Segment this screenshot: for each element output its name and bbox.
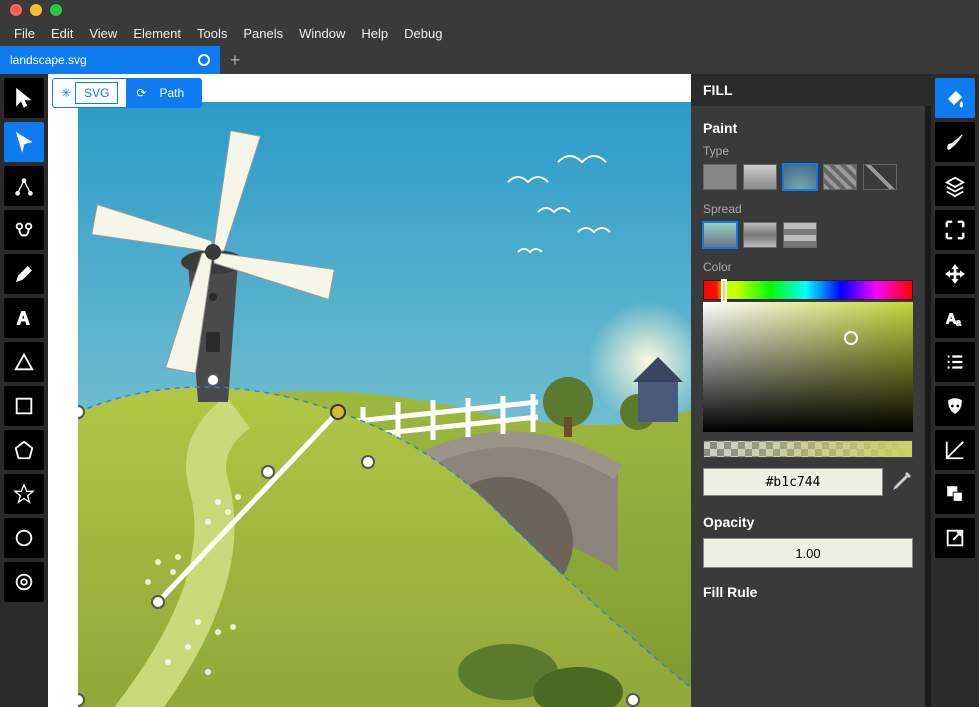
breadcrumb-current[interactable]: ⟳ Path	[127, 78, 202, 108]
font-tool[interactable]: Aa	[935, 298, 975, 338]
shapes-tool[interactable]	[935, 474, 975, 514]
layers-tool[interactable]	[935, 166, 975, 206]
spread-repeat[interactable]	[783, 222, 817, 248]
tabbar: landscape.svg +	[0, 46, 979, 74]
target-tool[interactable]	[4, 562, 44, 602]
maximize-window-icon[interactable]	[50, 4, 62, 16]
menu-panels[interactable]: Panels	[235, 22, 291, 45]
pencil-tool[interactable]	[4, 254, 44, 294]
menu-window[interactable]: Window	[291, 22, 353, 45]
left-toolbar: A	[0, 74, 48, 707]
spread-label: Spread	[703, 202, 913, 216]
main: A ✳ SVG ⟳ Path	[0, 74, 979, 707]
eyedropper-icon[interactable]	[889, 470, 913, 494]
spread-pad[interactable]	[703, 222, 737, 248]
hex-input[interactable]	[703, 468, 883, 496]
text-tool[interactable]: A	[4, 298, 44, 338]
knife-tool[interactable]	[935, 430, 975, 470]
hue-marker[interactable]	[721, 279, 727, 303]
export-tool[interactable]	[935, 518, 975, 558]
spread-options	[703, 222, 913, 248]
circle-tool[interactable]	[4, 518, 44, 558]
spread-reflect[interactable]	[743, 222, 777, 248]
fillrule-section-label: Fill Rule	[703, 584, 913, 600]
direct-select-tool[interactable]	[4, 122, 44, 162]
triangle-tool[interactable]	[4, 342, 44, 382]
paint-type-pattern[interactable]	[823, 164, 857, 190]
document-tab[interactable]: landscape.svg	[0, 46, 220, 74]
minimize-window-icon[interactable]	[30, 4, 42, 16]
menu-view[interactable]: View	[81, 22, 125, 45]
new-tab-button[interactable]: +	[220, 46, 250, 74]
close-window-icon[interactable]	[10, 4, 22, 16]
paint-type-options	[703, 164, 913, 190]
fill-bucket-tool[interactable]	[935, 78, 975, 118]
fill-panel: FILL Paint Type Spread Color	[691, 74, 931, 707]
paint-type-none[interactable]	[863, 164, 897, 190]
breadcrumb-root[interactable]: ✳ SVG	[52, 78, 127, 108]
svg-text:a: a	[956, 317, 962, 327]
menu-tools[interactable]: Tools	[189, 22, 235, 45]
paint-section-label: Paint	[703, 120, 913, 136]
select-tool[interactable]	[4, 78, 44, 118]
rectangle-tool[interactable]	[4, 386, 44, 426]
sv-marker[interactable]	[844, 331, 858, 345]
star-tool[interactable]	[4, 474, 44, 514]
right-toolbar: Aa	[931, 74, 979, 707]
menubar: File Edit View Element Tools Panels Wind…	[0, 20, 979, 46]
titlebar	[0, 0, 979, 20]
document-tab-label: landscape.svg	[10, 53, 87, 67]
list-tool[interactable]	[935, 342, 975, 382]
panel-title: FILL	[691, 74, 931, 106]
menu-debug[interactable]: Debug	[396, 22, 450, 45]
menu-file[interactable]: File	[6, 22, 43, 45]
menu-help[interactable]: Help	[353, 22, 396, 45]
paint-type-radial[interactable]	[783, 164, 817, 190]
color-label: Color	[703, 260, 913, 274]
fullscreen-tool[interactable]	[935, 210, 975, 250]
hue-slider[interactable]	[703, 280, 913, 300]
canvas-artwork[interactable]	[78, 102, 691, 707]
mask-tool[interactable]	[935, 386, 975, 426]
svg-text:A: A	[17, 307, 30, 328]
alpha-slider[interactable]	[703, 440, 913, 458]
opacity-section-label: Opacity	[703, 514, 913, 530]
saturation-value-picker[interactable]	[703, 302, 913, 432]
bezier-tool[interactable]	[4, 166, 44, 206]
canvas[interactable]: ✳ SVG ⟳ Path	[48, 74, 691, 707]
move-tool[interactable]	[935, 254, 975, 294]
pentagon-tool[interactable]	[4, 430, 44, 470]
menu-edit[interactable]: Edit	[43, 22, 81, 45]
type-label: Type	[703, 144, 913, 158]
brush-tool[interactable]	[935, 122, 975, 162]
paint-type-linear[interactable]	[743, 164, 777, 190]
menu-element[interactable]: Element	[125, 22, 189, 45]
opacity-input[interactable]	[703, 538, 913, 568]
tab-modified-icon	[198, 54, 210, 66]
paint-type-solid[interactable]	[703, 164, 737, 190]
breadcrumb: ✳ SVG ⟳ Path	[52, 78, 202, 108]
node-edit-tool[interactable]	[4, 210, 44, 250]
